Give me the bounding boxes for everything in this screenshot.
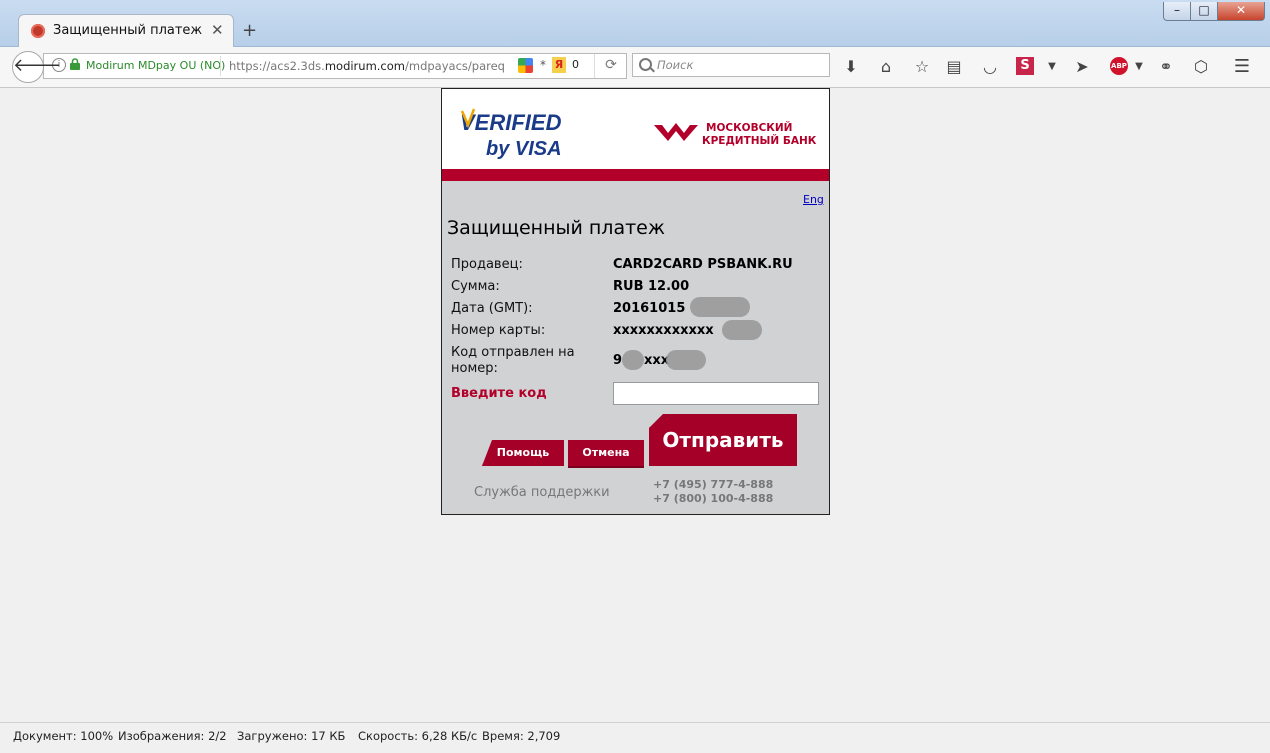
browser-tab[interactable]: Защищенный платеж ✕ — [18, 14, 234, 49]
asterisk-icon: * — [540, 58, 546, 72]
firefox-tab-icon — [31, 24, 45, 38]
browser-navbar: i Modirum MDpay OU (NO) https://acs2.3ds… — [0, 47, 1270, 88]
window-close-button[interactable]: ✕ — [1217, 2, 1265, 21]
code-input[interactable] — [613, 382, 819, 405]
download-icon[interactable]: ⬇ — [841, 57, 861, 77]
amount-label: Сумма: — [451, 279, 500, 294]
support-phone-2: +7 (800) 100-4-888 — [653, 492, 774, 505]
window-maximize-button[interactable]: □ — [1190, 2, 1218, 21]
window-minimize-button[interactable]: – — [1163, 2, 1191, 21]
payment-title: Защищенный платеж — [447, 217, 665, 239]
dropdown-arrow-icon[interactable]: ▼ — [1042, 57, 1062, 77]
verified-by-visa-logo: VERIFIED by VISA — [460, 108, 562, 160]
url-text[interactable]: https://acs2.3ds.modirum.com/mdpayacs/pa… — [229, 59, 505, 73]
merchant-label: Продавец: — [451, 257, 523, 272]
url-path: /mdpayacs/pareq — [405, 59, 505, 73]
pocket-icon[interactable]: ◡ — [980, 57, 1000, 77]
redacted-blur — [622, 350, 644, 370]
status-loaded: Загружено: 17 КБ — [237, 729, 346, 743]
site-identity[interactable]: Modirum MDpay OU (NO) — [86, 59, 225, 72]
phone-label: Код отправлен на номер: — [451, 345, 575, 376]
tab-title: Защищенный платеж — [53, 23, 203, 38]
adblock-icon[interactable]: ABP — [1110, 57, 1128, 75]
yandex-icon[interactable]: Я — [552, 57, 566, 73]
url-bar[interactable]: i Modirum MDpay OU (NO) https://acs2.3ds… — [43, 53, 627, 79]
url-divider — [220, 56, 221, 76]
url-prefix: https://acs2.3ds. — [229, 59, 325, 73]
svg-text:by VISA: by VISA — [486, 138, 562, 160]
back-arrow-icon[interactable]: 🡐 — [12, 51, 61, 83]
search-input[interactable]: Поиск — [657, 58, 693, 72]
amount-value: RUB 12.00 — [613, 279, 690, 294]
extension-icon[interactable]: ⚭ — [1156, 57, 1176, 77]
submit-button[interactable]: Отправить — [649, 414, 797, 466]
yandex-count: 0 — [572, 58, 579, 71]
bookmark-star-icon[interactable]: ☆ — [912, 57, 932, 77]
bank-name-line1: МОСКОВСКИЙ — [706, 122, 793, 134]
code-label: Введите код — [451, 386, 547, 401]
redacted-blur — [666, 350, 706, 370]
support-label: Служба поддержки — [474, 485, 610, 500]
secure-payment-frame: VERIFIED by VISA МОСКОВСКИЙ КРЕДИТНЫЙ БА… — [441, 88, 830, 515]
redacted-blur — [690, 297, 750, 317]
date-value: 20161015 — [613, 301, 686, 316]
send-icon[interactable]: ➤ — [1072, 57, 1092, 77]
card-number-label: Номер карты: — [451, 323, 546, 338]
bank-logo: МОСКОВСКИЙ КРЕДИТНЫЙ БАНК — [654, 119, 824, 149]
cancel-button[interactable]: Отмена — [568, 440, 644, 466]
help-button[interactable]: Помощь — [482, 440, 564, 466]
shield-icon[interactable]: ⬡ — [1191, 57, 1211, 77]
status-images: Изображения: 2/2 — [118, 729, 227, 743]
card-number-value: xxxxxxxxxxxx — [613, 323, 714, 338]
reading-list-icon[interactable]: ▤ — [944, 57, 964, 77]
svg-text:VERIFIED: VERIFIED — [460, 110, 562, 135]
adblock-dropdown-icon[interactable]: ▼ — [1129, 57, 1149, 77]
redacted-blur — [722, 320, 762, 340]
home-icon[interactable]: ⌂ — [876, 57, 896, 77]
google-icon[interactable] — [518, 58, 533, 73]
status-document: Документ: 100% — [13, 729, 114, 743]
page-viewport: VERIFIED by VISA МОСКОВСКИЙ КРЕДИТНЫЙ БА… — [0, 88, 1270, 722]
search-bar[interactable]: Поиск — [632, 53, 830, 77]
reload-icon[interactable]: ⟳ — [594, 54, 627, 78]
s-extension-icon[interactable]: S — [1016, 57, 1034, 75]
date-label: Дата (GMT): — [451, 301, 533, 316]
bank-logo-mark — [654, 123, 698, 141]
menu-icon[interactable]: ☰ — [1232, 57, 1252, 77]
payment-header: VERIFIED by VISA МОСКОВСКИЙ КРЕДИТНЫЙ БА… — [442, 89, 829, 169]
lock-icon — [70, 58, 80, 70]
phone-value-prefix: 9 — [613, 353, 623, 368]
status-speed: Скорость: 6,28 КБ/с — [358, 729, 478, 743]
status-time: Время: 2,709 — [482, 729, 561, 743]
url-domain: modirum.com — [324, 59, 405, 73]
status-bar: Документ: 100% Изображения: 2/2 Загружен… — [0, 722, 1270, 753]
language-link[interactable]: Eng — [803, 193, 824, 206]
new-tab-button[interactable]: + — [242, 20, 257, 41]
accent-band — [442, 169, 829, 181]
bank-name-line2: КРЕДИТНЫЙ БАНК — [702, 135, 817, 147]
merchant-value: CARD2CARD PSBANK.RU — [613, 257, 793, 272]
browser-titlebar: Защищенный платеж ✕ + – □ ✕ — [0, 0, 1270, 49]
support-phone-1: +7 (495) 777-4-888 — [653, 478, 774, 491]
tab-close-icon[interactable]: ✕ — [211, 21, 224, 39]
search-icon — [639, 58, 652, 71]
